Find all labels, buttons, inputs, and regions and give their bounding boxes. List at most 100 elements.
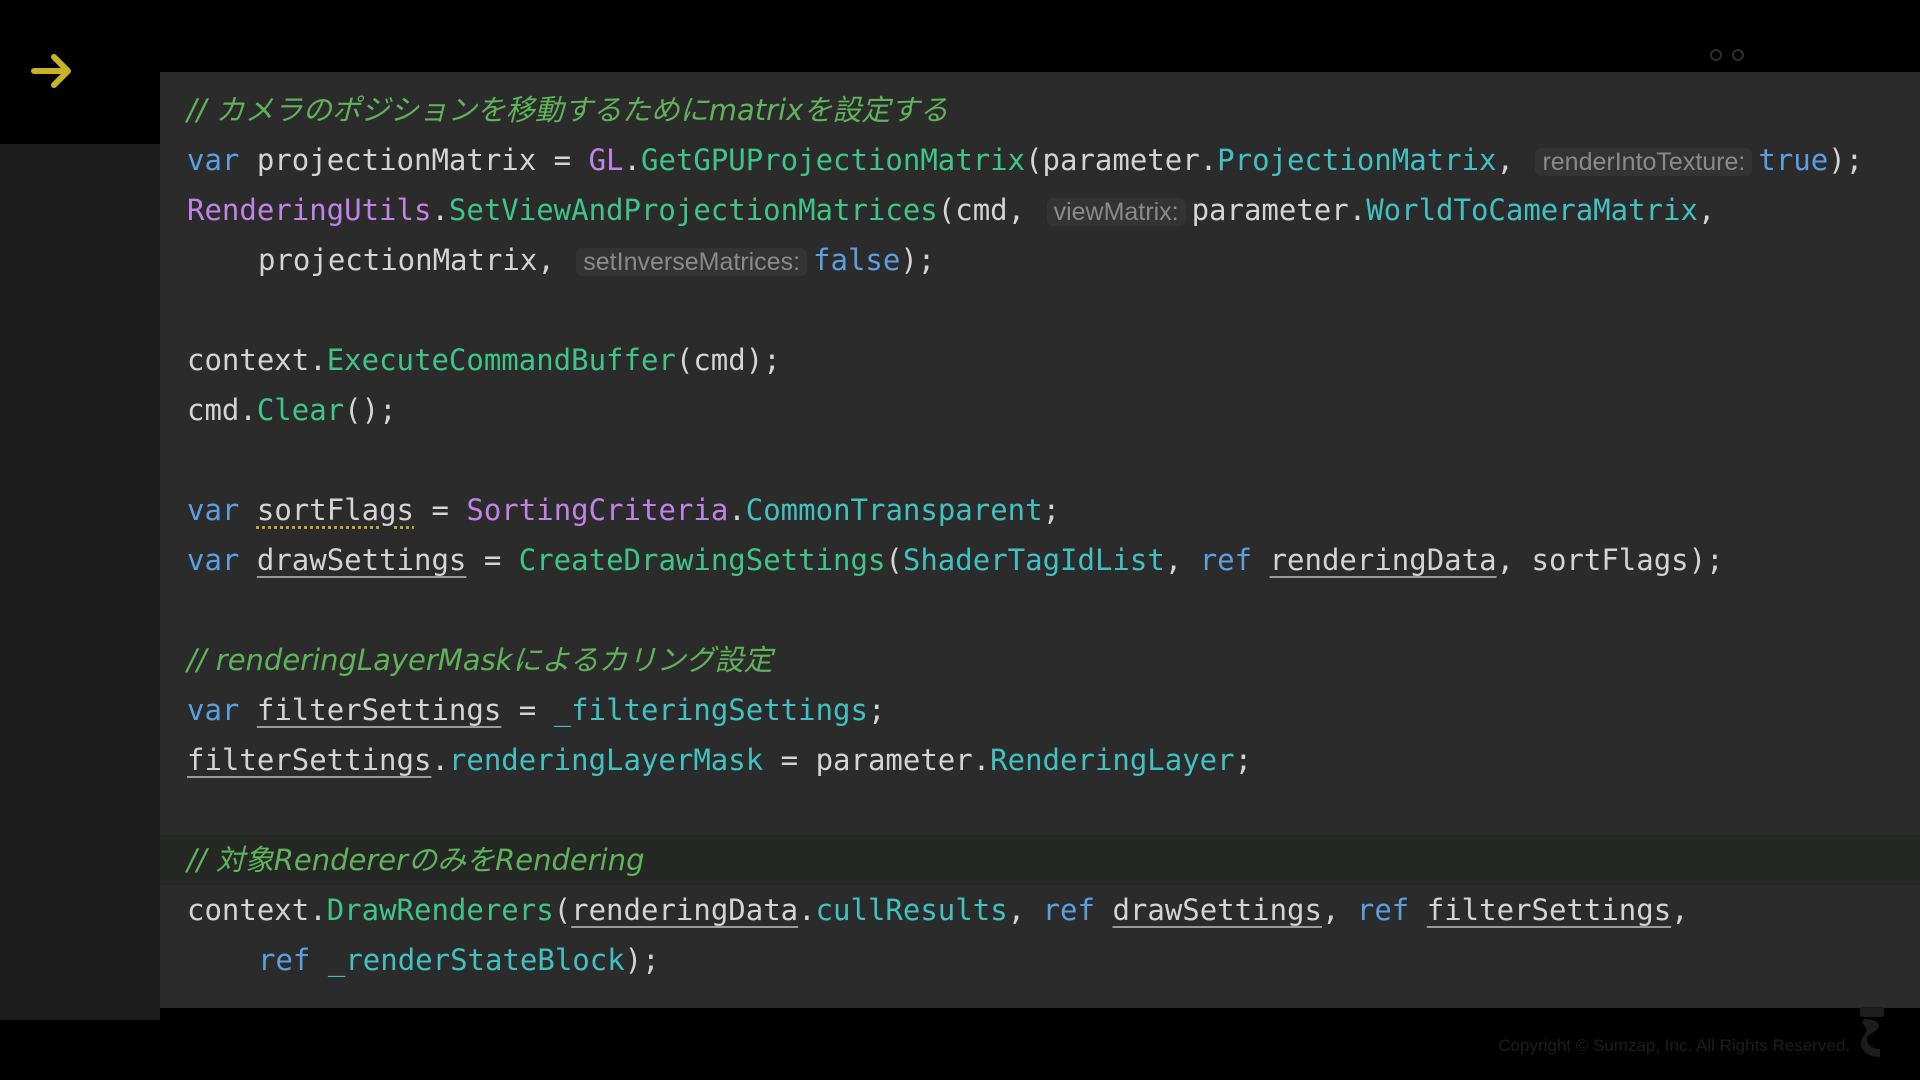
punct: (: [553, 893, 572, 927]
property: _renderStateBlock: [327, 943, 625, 977]
punct: .: [431, 193, 449, 227]
keyword: var: [187, 693, 240, 727]
punct: ,: [1321, 893, 1357, 927]
parameter-hint: setInverseMatrices:: [576, 248, 808, 276]
identifier: projectionMatrix =: [239, 143, 589, 177]
identifier: parameter.: [1191, 193, 1367, 227]
property: renderingLayerMask: [448, 743, 764, 777]
punct: ,: [1671, 893, 1689, 927]
code-line-1: // カメラのポジションを移動するためにmatrixを設定する: [187, 85, 1920, 135]
class-name: GL: [588, 143, 624, 177]
identifier: cmd.: [187, 393, 257, 427]
code-line-6: context.ExecuteCommandBuffer(cmd);: [187, 335, 1920, 385]
variable: filterSettings: [1426, 893, 1672, 927]
comment: //: [187, 643, 216, 677]
keyword: var: [187, 143, 240, 177]
identifier: = parameter.: [763, 743, 991, 777]
property: _filteringSettings: [553, 693, 868, 727]
screen: // カメラのポジションを移動するためにmatrixを設定する var proj…: [0, 0, 1920, 1080]
property: ShaderTagIdList: [902, 543, 1165, 577]
identifier: context.: [187, 343, 327, 377]
punct: , sortFlags);: [1496, 543, 1724, 577]
method-name: DrawRenderers: [326, 893, 554, 927]
keyword: ref: [1042, 893, 1095, 927]
class-name: SortingCriteria: [466, 493, 729, 527]
variable: sortFlags: [256, 493, 414, 527]
code-line-10: var drawSettings = CreateDrawingSettings…: [187, 535, 1920, 585]
variable: renderingData: [1269, 543, 1497, 577]
mascot-icon: [1860, 1007, 1884, 1057]
comment: // カメラのポジションを移動するために: [187, 93, 709, 127]
arrow-right-icon[interactable]: [30, 48, 76, 94]
keyword: false: [813, 243, 901, 277]
keyword: true: [1758, 143, 1829, 177]
punct: .: [623, 143, 641, 177]
punct: =: [501, 693, 554, 727]
method-name: CreateDrawingSettings: [518, 543, 886, 577]
punct: (: [885, 543, 903, 577]
method-name: GetGPUProjectionMatrix: [640, 143, 1026, 177]
method-name: Clear: [256, 393, 345, 427]
comment: Rendering: [495, 843, 645, 877]
parameter-hint: renderIntoTexture:: [1535, 148, 1753, 176]
code-line-14: filterSettings.renderingLayerMask = para…: [187, 735, 1920, 785]
property: cullResults: [815, 893, 1008, 927]
keyword: ref: [258, 943, 311, 977]
keyword: ref: [1356, 893, 1410, 927]
code-editor[interactable]: // カメラのポジションを移動するためにmatrixを設定する var proj…: [160, 72, 1920, 1008]
punct: ();: [344, 393, 397, 427]
comment: // 対象: [187, 843, 274, 877]
code-line-2: var projectionMatrix = GL.GetGPUProjecti…: [187, 135, 1920, 185]
punct: );: [624, 943, 660, 977]
code-line-9: var sortFlags = SortingCriteria.CommonTr…: [187, 485, 1920, 535]
variable: filterSettings: [187, 743, 432, 777]
keyword: var: [187, 493, 240, 527]
keyword: ref: [1199, 543, 1253, 577]
comment: によるカリング設定: [512, 643, 773, 677]
identifier: (parameter.: [1025, 143, 1218, 177]
punct: .: [728, 493, 746, 527]
code-line-18: ref _renderStateBlock);: [187, 935, 1920, 985]
code-line-13: var filterSettings = _filteringSettings;: [187, 685, 1920, 735]
variable: filterSettings: [256, 693, 502, 727]
property: ProjectionMatrix: [1217, 143, 1497, 177]
property: RenderingLayer: [990, 743, 1235, 777]
code-line-12: // renderingLayerMaskによるカリング設定: [187, 635, 1920, 685]
code-line-7: cmd.Clear();: [187, 385, 1920, 435]
punct: ;: [1042, 493, 1061, 527]
punct: .: [431, 743, 449, 777]
identifier: (cmd,: [937, 193, 1026, 227]
punct: ,: [1496, 143, 1514, 177]
class-name: RenderingUtils: [187, 193, 432, 227]
comment: Renderer: [273, 843, 409, 877]
punct: =: [466, 543, 519, 577]
comment: を設定する: [803, 93, 949, 127]
identifier: context.: [187, 893, 327, 927]
code-block: // カメラのポジションを移動するためにmatrixを設定する var proj…: [187, 85, 1920, 985]
comment: matrix: [708, 93, 804, 127]
property: CommonTransparent: [745, 493, 1043, 527]
method-name: SetViewAndProjectionMatrices: [448, 193, 938, 227]
punct: ,: [1697, 193, 1716, 227]
copyright-text: Copyright © Sumzap, Inc. All Rights Rese…: [1498, 1036, 1850, 1055]
punct: );: [1828, 143, 1864, 177]
dots-icon[interactable]: [1708, 48, 1748, 62]
variable: drawSettings: [1112, 893, 1322, 927]
variable: renderingData: [571, 893, 799, 927]
comment: renderingLayerMask: [215, 643, 513, 677]
punct: ;: [1234, 743, 1253, 777]
punct: .: [798, 893, 816, 927]
punct: ;: [867, 693, 886, 727]
comment: のみを: [408, 843, 496, 877]
code-line-17: context.DrawRenderers(renderingData.cull…: [187, 885, 1920, 935]
punct: );: [900, 243, 936, 277]
identifier: projectionMatrix,: [258, 243, 555, 277]
parameter-hint: viewMatrix:: [1046, 198, 1186, 226]
method-name: ExecuteCommandBuffer: [326, 343, 676, 377]
punct: =: [414, 493, 467, 527]
code-line-3: RenderingUtils.SetViewAndProjectionMatri…: [187, 185, 1920, 235]
